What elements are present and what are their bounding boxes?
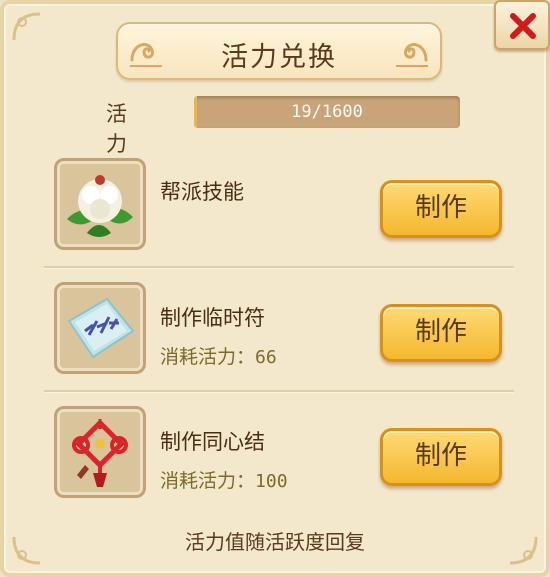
make-button[interactable]: 制作 [380,304,502,362]
make-button[interactable]: 制作 [380,180,502,238]
row-divider [44,390,514,392]
close-x-icon [510,13,536,39]
make-button[interactable]: 制作 [380,428,502,486]
item-name: 制作同心结 [160,430,265,454]
close-button[interactable] [494,0,550,50]
cost-value: 66 [255,347,277,368]
item-icon-frame [54,282,146,374]
item-name: 帮派技能 [160,180,244,204]
cost-value: 100 [255,471,288,492]
item-cost: 消耗活力：66 [160,342,277,369]
talisman-paper-icon [67,297,135,359]
energy-label: 活 力 [106,102,149,156]
energy-progress-bar: 19/1600 [194,96,460,128]
footer-hint: 活力值随活跃度回复 [185,530,365,554]
chinese-knot-icon [72,419,128,487]
title-plaque: 活力兑换 [116,22,442,80]
corner-ornament-icon [10,10,44,44]
list-item: 帮派技能 制作 [44,150,514,268]
cost-label: 消耗活力： [160,470,256,492]
white-flower-icon [67,175,133,237]
energy-exchange-panel: 活力兑换 活 力 19/1600 帮派技能 制作 制作临时符 消耗活力：66 制… [0,0,550,577]
item-name: 制作临时符 [160,306,265,330]
list-item: 制作同心结 消耗活力：100 制作 [44,398,514,516]
cloud-swirl-icon [396,43,428,67]
item-icon-frame [54,406,146,498]
energy-value-text: 19/1600 [291,102,363,122]
cost-label: 消耗活力： [160,346,256,368]
item-cost: 消耗活力：100 [160,466,288,493]
list-item: 制作临时符 消耗活力：66 制作 [44,274,514,392]
row-divider [44,266,514,268]
item-icon-frame [54,158,146,250]
